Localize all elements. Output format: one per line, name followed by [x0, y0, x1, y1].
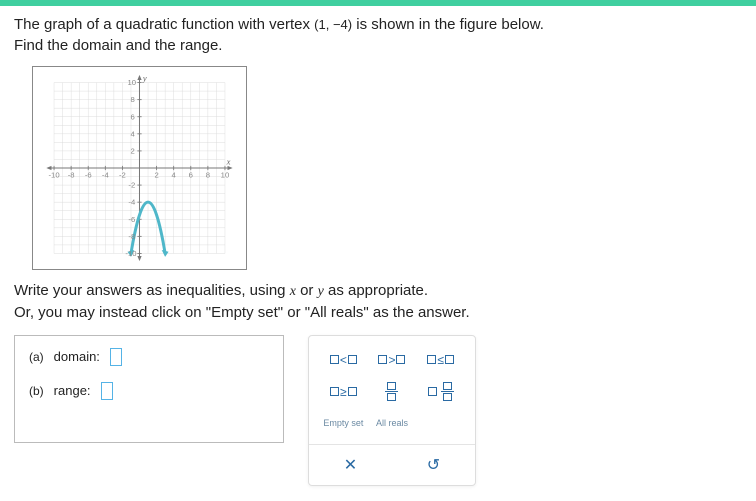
undo-icon: ↺ — [427, 455, 440, 475]
svg-text:2: 2 — [154, 170, 158, 179]
part-b-label: (b) — [29, 384, 44, 398]
svg-text:6: 6 — [189, 170, 193, 179]
toolbox-actions: ✕ ↺ — [309, 444, 475, 485]
le-symbol: ≤ — [437, 353, 444, 367]
problem-line1b: is shown in the figure below. — [352, 16, 544, 33]
svg-text:8: 8 — [131, 95, 135, 104]
less-than-button[interactable]: < — [321, 347, 365, 373]
svg-text:-10: -10 — [48, 170, 59, 179]
lt-symbol: < — [340, 353, 347, 367]
ge-symbol: ≥ — [340, 385, 347, 399]
answer-box: (a) domain: (b) range: — [14, 335, 284, 443]
greater-than-button[interactable]: > — [370, 347, 414, 373]
instr-1b: or — [296, 282, 318, 299]
svg-text:-2: -2 — [119, 170, 126, 179]
clear-button[interactable]: ✕ — [321, 451, 381, 479]
instr-1c: as appropriate. — [324, 282, 428, 299]
range-label: range: — [54, 383, 91, 398]
instr-1a: Write your answers as inequalities, usin… — [14, 282, 290, 299]
less-equal-button[interactable]: ≤ — [419, 347, 463, 373]
part-a-label: (a) — [29, 350, 44, 364]
graph-frame: -10 -8 -6 -4 -2 2 4 6 8 10 -10 -8 -6 -4 -2 2 4 6 8 1… — [32, 66, 247, 270]
graph-container: -10 -8 -6 -4 -2 2 4 6 8 10 -10 -8 -6 -4 -2 2 4 6 8 1… — [32, 66, 742, 270]
problem-content: The graph of a quadratic function with v… — [0, 6, 756, 500]
svg-text:10: 10 — [128, 78, 137, 87]
svg-text:-8: -8 — [68, 170, 75, 179]
problem-line1a: The graph of a quadratic function with v… — [14, 16, 314, 33]
symbol-toolbox: < > ≤ ≥ Empty set All reals ✕ ↺ — [308, 335, 476, 486]
all-reals-button[interactable]: All reals — [370, 411, 414, 437]
fraction-button[interactable] — [370, 379, 414, 405]
svg-text:2: 2 — [131, 146, 135, 155]
svg-text:4: 4 — [131, 129, 136, 138]
svg-text:10: 10 — [221, 170, 230, 179]
problem-line2: Find the domain and the range. — [14, 37, 222, 54]
mixed-fraction-button[interactable] — [419, 379, 463, 405]
reset-button[interactable]: ↺ — [404, 451, 464, 479]
svg-text:-10: -10 — [125, 249, 136, 258]
svg-text:x: x — [226, 157, 231, 167]
svg-text:-6: -6 — [128, 215, 135, 224]
answer-line-a: (a) domain: — [29, 348, 269, 366]
svg-text:y: y — [142, 74, 147, 83]
svg-text:-4: -4 — [128, 198, 136, 207]
greater-equal-button[interactable]: ≥ — [321, 379, 365, 405]
svg-text:6: 6 — [131, 112, 135, 121]
svg-text:4: 4 — [172, 170, 177, 179]
quadratic-graph: -10 -8 -6 -4 -2 2 4 6 8 10 -10 -8 -6 -4 -2 2 4 6 8 1… — [40, 74, 239, 262]
svg-text:-4: -4 — [102, 170, 110, 179]
svg-text:8: 8 — [206, 170, 210, 179]
svg-text:-6: -6 — [85, 170, 92, 179]
svg-text:-2: -2 — [128, 181, 135, 190]
range-input[interactable] — [101, 382, 113, 400]
empty-set-button[interactable]: Empty set — [321, 411, 365, 437]
answer-line-b: (b) range: — [29, 382, 269, 400]
x-icon: ✕ — [344, 455, 357, 475]
vertex-value: (1, −4) — [314, 17, 352, 32]
domain-input[interactable] — [110, 348, 122, 366]
svg-text:-8: -8 — [128, 232, 135, 241]
answer-area: (a) domain: (b) range: < > ≤ ≥ Em — [14, 335, 742, 486]
problem-statement: The graph of a quadratic function with v… — [14, 14, 742, 56]
instructions: Write your answers as inequalities, usin… — [14, 280, 742, 323]
gt-symbol: > — [388, 353, 395, 367]
instr-2: Or, you may instead click on "Empty set"… — [14, 304, 470, 321]
domain-label: domain: — [54, 349, 100, 364]
